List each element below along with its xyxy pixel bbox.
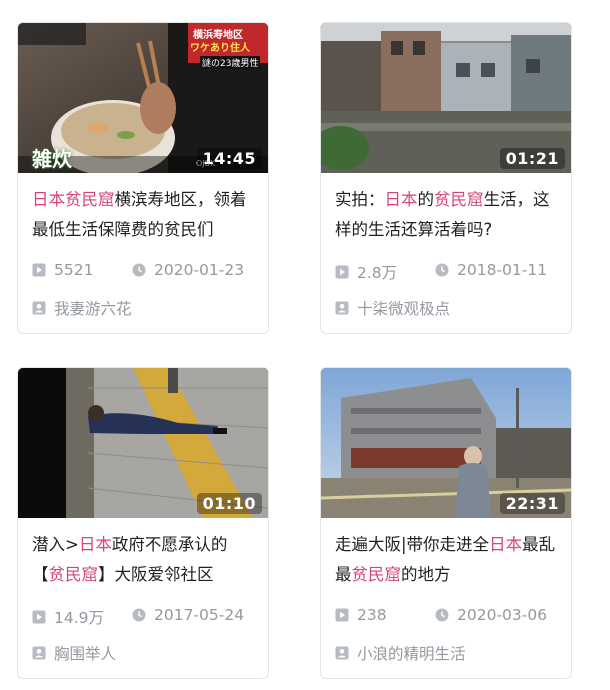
- view-count-value: 5521: [54, 261, 94, 279]
- play-count-icon: [32, 263, 46, 277]
- video-card[interactable]: 01:21 实拍：日本的贫民窟生活，这样的生活还算活着吗? 2.8万 2018-…: [320, 22, 572, 334]
- publish-date: 2020-01-23: [132, 261, 244, 279]
- video-title[interactable]: 日本贫民窟横滨寿地区，领着最低生活保障费的贫民们: [32, 185, 258, 247]
- uploader-name: 小浪的精明生活: [357, 645, 466, 663]
- title-highlight: 日本: [384, 190, 418, 209]
- publish-date-value: 2018-01-11: [457, 261, 548, 279]
- title-highlight: 贫民窟: [48, 565, 99, 584]
- publish-date: 2018-01-11: [435, 261, 547, 279]
- title-text: 的: [417, 190, 435, 209]
- title-highlight: 日本贫民窟: [32, 190, 115, 209]
- video-card[interactable]: 横浜寿地区 ワケあり住人 謎の23歳男性 雑炊 OJBK 14:45 日本贫民窟…: [17, 22, 269, 334]
- video-card[interactable]: 22:31 走遍大阪|带你走进全日本最乱最贫民窟的地方 238 2020-03-…: [320, 367, 572, 679]
- view-count-value: 2.8万: [357, 264, 398, 282]
- title-text: 实拍：: [335, 190, 385, 209]
- view-count: 14.9万: [32, 606, 104, 628]
- view-count: 2.8万: [335, 261, 397, 283]
- uploader[interactable]: 十柒微观极点: [335, 297, 450, 319]
- video-duration: 14:45: [196, 148, 262, 169]
- video-thumbnail[interactable]: 横浜寿地区 ワケあり住人 謎の23歳男性 雑炊 OJBK 14:45: [18, 23, 268, 173]
- title-text: 的地方: [401, 565, 451, 584]
- video-duration: 22:31: [499, 493, 565, 514]
- video-stats: 2.8万 2018-01-11: [335, 261, 563, 283]
- play-count-icon: [32, 610, 46, 624]
- video-stats: 14.9万 2017-05-24: [32, 606, 260, 628]
- title-highlight: 贫民窟: [351, 565, 402, 584]
- video-card[interactable]: 01:10 潜入>日本政府不愿承认的【贫民窟】大阪爱邻社区 14.9万 2017…: [17, 367, 269, 679]
- clock-icon: [132, 608, 146, 622]
- title-text: 】大阪爱邻社区: [98, 565, 214, 584]
- uploader[interactable]: 小浪的精明生活: [335, 642, 466, 664]
- view-count-value: 14.9万: [54, 609, 105, 627]
- clock-icon: [435, 263, 449, 277]
- uploader-name: 十柒微观极点: [357, 300, 451, 318]
- publish-date-value: 2020-03-06: [457, 606, 548, 624]
- thumb-overlay-top: ワケあり住人: [190, 43, 250, 54]
- title-text: 走遍大阪|带你走进全: [335, 535, 490, 554]
- user-icon: [335, 301, 349, 315]
- uploader[interactable]: 我妻游六花: [32, 297, 132, 319]
- user-icon: [335, 646, 349, 660]
- title-highlight: 日本: [489, 535, 523, 554]
- publish-date-value: 2017-05-24: [154, 606, 245, 624]
- video-thumbnail[interactable]: 01:21: [321, 23, 571, 173]
- user-icon: [32, 646, 46, 660]
- view-count: 5521: [32, 261, 93, 279]
- play-count-icon: [335, 265, 349, 279]
- clock-icon: [435, 608, 449, 622]
- title-text: 潜入>: [32, 535, 79, 554]
- clock-icon: [132, 263, 146, 277]
- uploader-name: 我妻游六花: [54, 300, 132, 318]
- video-thumbnail[interactable]: 01:10: [18, 368, 268, 518]
- title-highlight: 贫民窟: [434, 190, 484, 209]
- video-stats: 5521 2020-01-23: [32, 261, 260, 283]
- thumb-overlay-sub: 謎の23歳男性: [200, 56, 261, 69]
- publish-date: 2017-05-24: [132, 606, 244, 624]
- video-duration: 01:10: [196, 493, 262, 514]
- view-count-value: 238: [357, 606, 387, 624]
- view-count: 238: [335, 606, 387, 624]
- title-highlight: 日本: [78, 535, 112, 554]
- video-duration: 01:21: [499, 148, 565, 169]
- uploader-name: 胸围举人: [54, 645, 117, 663]
- video-title[interactable]: 实拍：日本的贫民窟生活，这样的生活还算活着吗?: [335, 185, 561, 247]
- play-count-icon: [335, 608, 349, 622]
- uploader[interactable]: 胸围举人: [32, 642, 116, 664]
- video-title[interactable]: 走遍大阪|带你走进全日本最乱最贫民窟的地方: [335, 530, 561, 592]
- video-stats: 238 2020-03-06: [335, 606, 563, 628]
- publish-date-value: 2020-01-23: [154, 261, 245, 279]
- video-thumbnail[interactable]: 22:31: [321, 368, 571, 518]
- thumb-overlay-left: 雑炊: [32, 147, 72, 171]
- publish-date: 2020-03-06: [435, 606, 547, 624]
- video-title[interactable]: 潜入>日本政府不愿承认的【贫民窟】大阪爱邻社区: [32, 530, 258, 592]
- user-icon: [32, 301, 46, 315]
